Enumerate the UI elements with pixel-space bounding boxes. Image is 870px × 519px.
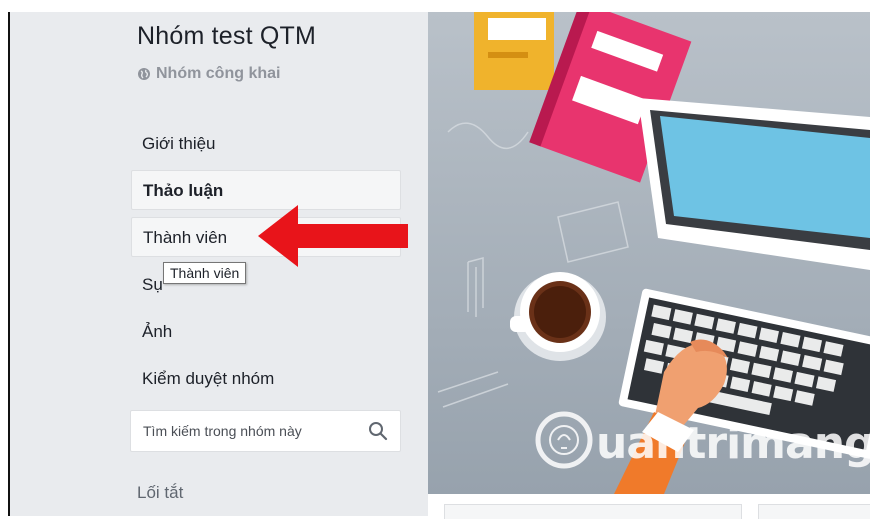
globe-icon: [138, 68, 150, 80]
sidebar-item-discussion[interactable]: Thảo luận: [131, 170, 401, 210]
sidebar-item-label: Thảo luận: [143, 181, 224, 200]
sidebar-item-about[interactable]: Giới thiệu: [131, 124, 401, 164]
shortcuts-heading: Lối tắt: [137, 483, 184, 502]
sidebar-item-moderate-group[interactable]: Kiểm duyệt nhóm: [131, 359, 401, 399]
sidebar-item-label: Sụ: [142, 275, 163, 294]
members-tooltip: Thành viên: [163, 262, 247, 284]
search-icon[interactable]: [368, 421, 388, 441]
group-name[interactable]: Nhóm test QTM: [137, 22, 316, 51]
window-top-edge: [0, 0, 870, 12]
group-search-box[interactable]: [130, 410, 401, 452]
group-search-input[interactable]: [131, 411, 359, 451]
sidebar-item-label: Giới thiệu: [142, 134, 216, 153]
yellow-book: [474, 12, 554, 90]
below-cover-strip: [428, 494, 870, 519]
sidebar-item-label: Thành viên: [143, 228, 228, 247]
red-arrow-annotation: [258, 205, 408, 267]
sidebar-item-label: Kiểm duyệt nhóm: [142, 369, 275, 388]
group-privacy-label: Nhóm công khai: [156, 65, 281, 82]
sidebar-item-label: Ảnh: [142, 322, 173, 341]
group-privacy: Nhóm công khai: [137, 65, 280, 83]
cover-watermark-text: uantrimang: [596, 418, 870, 469]
sidebar-item-photos[interactable]: Ảnh: [131, 312, 401, 352]
composer-card-edge: [444, 504, 742, 519]
group-cover-photo[interactable]: uantrimang: [428, 12, 870, 494]
side-card-edge: [758, 504, 870, 519]
